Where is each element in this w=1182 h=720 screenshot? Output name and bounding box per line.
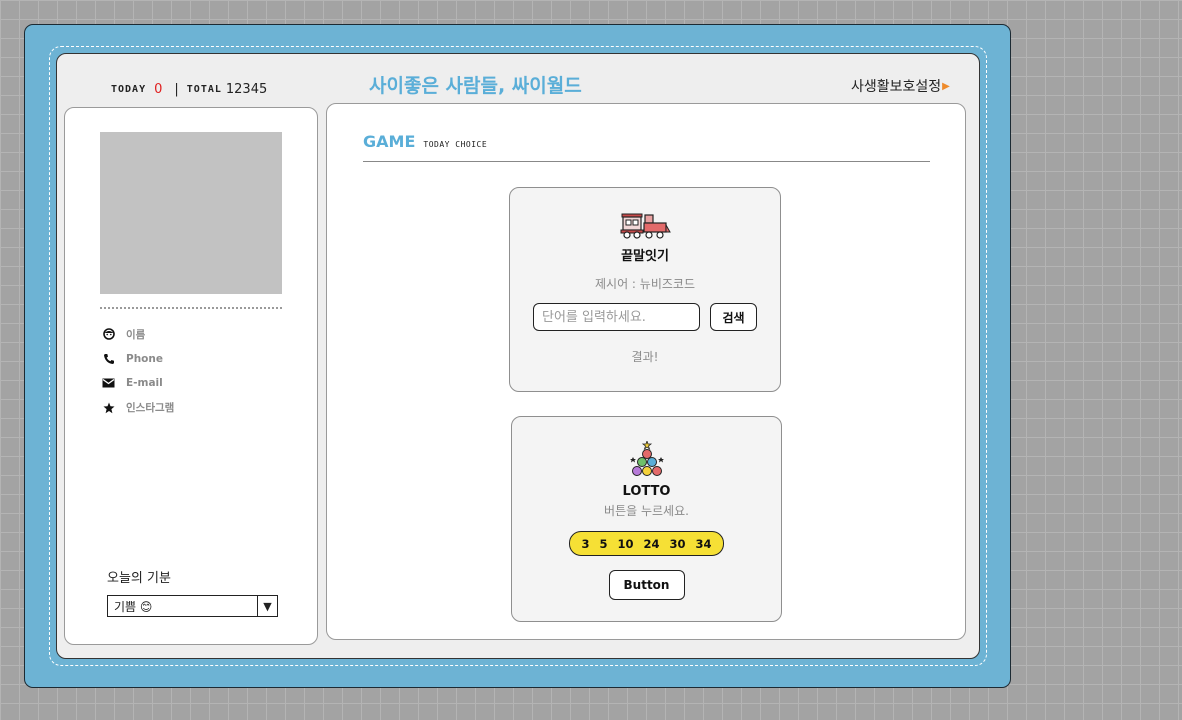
envelope-icon	[101, 376, 116, 391]
profile-item-label: 인스타그램	[126, 402, 175, 415]
word-input-row: 검색	[533, 303, 757, 331]
privacy-label: 사생활보호설정	[851, 79, 942, 95]
lotto-number: 5	[599, 536, 608, 551]
lotto-number: 34	[695, 536, 712, 551]
train-icon	[619, 211, 671, 241]
profile-info-list: 이름 Phone E-mail 인스타그램	[101, 322, 174, 420]
profile-card: 이름 Phone E-mail 인스타그램 오늘의 기분 기쁨 😊 ▼	[64, 107, 318, 645]
phone-icon	[101, 351, 116, 366]
word-chain-hint: 제시어 : 뉴비즈코드	[595, 277, 695, 291]
total-count: 12345	[225, 82, 268, 97]
profile-item-instagram: 인스타그램	[101, 396, 174, 421]
today-label: TODAY	[111, 84, 147, 95]
profile-photo	[100, 132, 282, 294]
today-count: 0	[154, 82, 163, 97]
lotto-button[interactable]: Button	[608, 570, 685, 600]
lotto-balls-icon	[627, 439, 667, 481]
game-header: GAME TODAY CHOICE	[363, 132, 930, 162]
lotto-number: 3	[581, 536, 590, 551]
word-chain-result: 결과!	[631, 350, 659, 364]
mood-label: 오늘의 기분	[107, 571, 171, 586]
dotted-divider	[100, 307, 282, 309]
lotto-number: 10	[617, 536, 634, 551]
smiley-icon	[101, 327, 116, 342]
lotto-title: LOTTO	[622, 484, 671, 499]
word-input[interactable]	[533, 303, 700, 331]
counter-separator: |	[174, 82, 179, 97]
game-card: GAME TODAY CHOICE 끝말잇기 제시어: 뉴비즈코드 단어를 입…	[326, 103, 966, 640]
triangle-right-icon: ▶	[942, 80, 950, 92]
total-label: TOTAL	[186, 84, 222, 95]
search-button[interactable]: 검색	[710, 303, 757, 331]
mood-value: 기쁨 😊	[114, 599, 153, 614]
game-heading: GAME	[363, 132, 416, 151]
visitor-counter: TODAY 0 | TOTAL 12345	[111, 82, 267, 97]
dropdown-arrow-icon[interactable]: ▼	[257, 596, 277, 616]
game-subheading: TODAY CHOICE	[423, 140, 488, 149]
mood-select[interactable]: 기쁨 😊 ▼	[107, 595, 278, 617]
lotto-number: 24	[643, 536, 660, 551]
content-paper: TODAY 0 | TOTAL 12345 사이좋은 사람들, 싸이월드 사생활…	[56, 53, 980, 659]
word-chain-title: 끝말잇기	[621, 249, 669, 264]
profile-item-label: 이름	[126, 328, 146, 341]
profile-item-name: 이름	[101, 322, 174, 347]
lotto-number: 30	[669, 536, 686, 551]
profile-item-phone: Phone	[101, 347, 174, 372]
site-title: 사이좋은 사람들, 싸이월드	[369, 75, 582, 97]
profile-item-email: E-mail	[101, 371, 174, 396]
lotto-hint: 버튼을 누르세요.	[604, 504, 689, 518]
word-chain-game: 끝말잇기 제시어 : 뉴비즈코드 검색 결과!	[509, 187, 781, 392]
minihome-frame: TODAY 0 | TOTAL 12345 사이좋은 사람들, 싸이월드 사생활…	[24, 24, 1011, 688]
star-icon	[101, 400, 116, 415]
lotto-game: LOTTO 버튼을 누르세요. 3 5 10 24 30 34 Button	[511, 416, 782, 622]
profile-item-label: Phone	[126, 352, 163, 365]
privacy-settings-link[interactable]: 사생활보호설정 ▶	[851, 76, 950, 96]
profile-item-label: E-mail	[126, 377, 163, 390]
lotto-numbers: 3 5 10 24 30 34	[569, 531, 724, 556]
